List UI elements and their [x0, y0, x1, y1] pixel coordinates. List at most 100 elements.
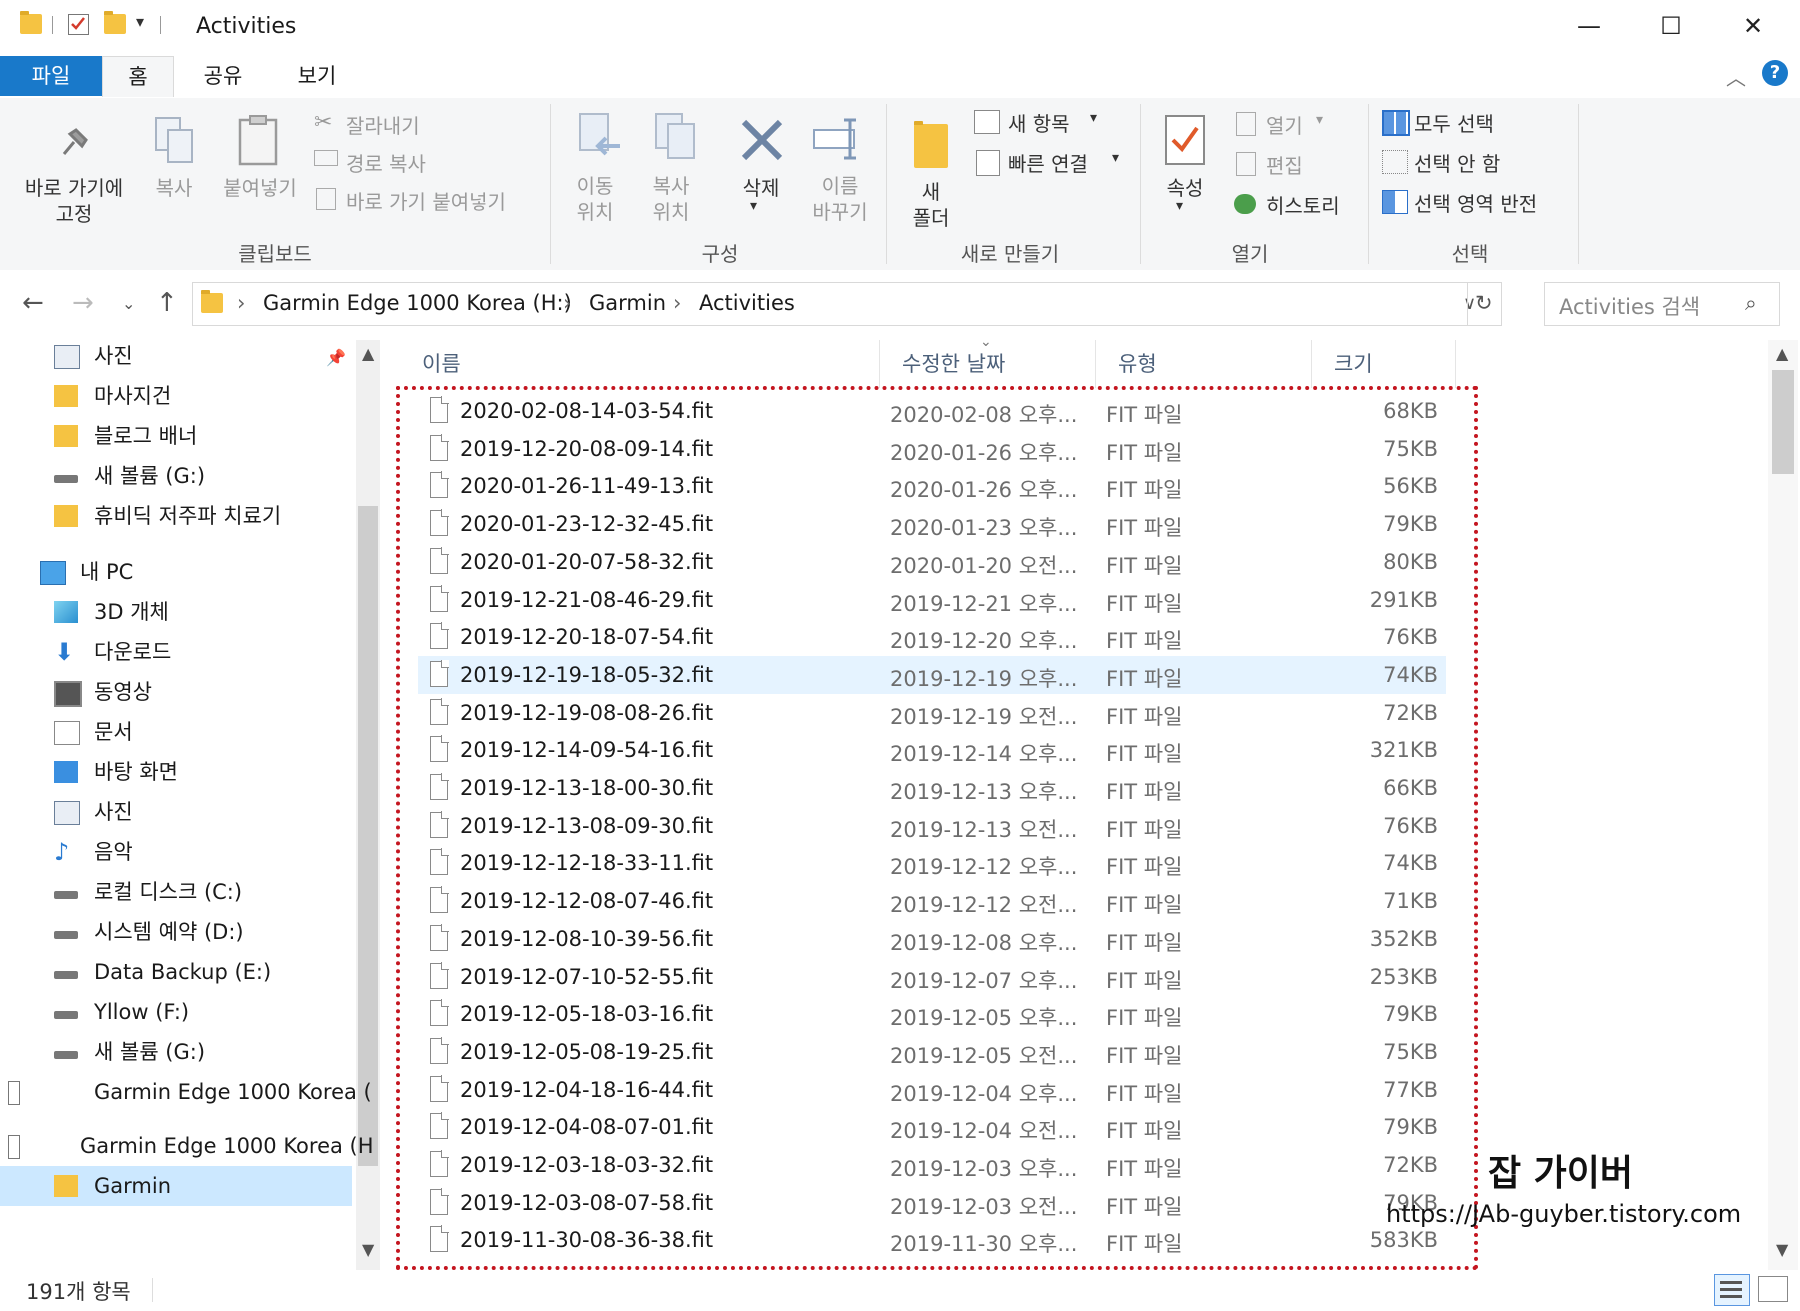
- tab-file[interactable]: 파일: [0, 56, 102, 96]
- file-row[interactable]: 2019-12-20-08-09-14.fit 2020-01-26 오후... F…: [418, 430, 1446, 468]
- open-button[interactable]: 열기: [1266, 110, 1303, 139]
- nav-item[interactable]: 새 볼륨 (G:): [0, 1032, 352, 1072]
- tab-home[interactable]: 홈: [102, 56, 174, 97]
- nav-item[interactable]: 내 PC: [0, 552, 352, 592]
- file-row[interactable]: 2019-12-14-09-54-16.fit 2019-12-14 오후... F…: [418, 731, 1446, 769]
- easy-access-button[interactable]: 빠른 연결: [1008, 148, 1088, 177]
- nav-item[interactable]: 새 볼륨 (G:): [0, 456, 352, 496]
- tab-share[interactable]: 공유: [190, 56, 256, 96]
- copy-to-button[interactable]: 복사 위치: [636, 170, 716, 230]
- file-row[interactable]: 2020-02-08-14-03-54.fit 2020-02-08 오후... F…: [418, 392, 1446, 430]
- nav-item[interactable]: Garmin Edge 1000 Korea (: [0, 1072, 372, 1112]
- delete-dropdown-icon[interactable]: ▾: [750, 198, 757, 214]
- nav-item[interactable]: Data Backup (E:): [0, 952, 352, 992]
- nav-item[interactable]: 블로그 배너: [0, 416, 352, 456]
- minimize-button[interactable]: —: [1556, 8, 1622, 44]
- nav-item[interactable]: 휴비딕 저주파 치료기: [0, 496, 352, 536]
- properties-button[interactable]: 속성: [1150, 172, 1220, 201]
- copy-button[interactable]: 복사: [144, 172, 204, 201]
- properties-dropdown-icon[interactable]: ▾: [1176, 198, 1183, 214]
- cut-button[interactable]: 잘라내기: [346, 110, 420, 139]
- recent-locations-icon[interactable]: ⌄: [122, 294, 135, 313]
- column-name[interactable]: 이름: [400, 340, 880, 388]
- nav-item[interactable]: 로컬 디스크 (C:): [0, 872, 352, 912]
- large-icons-view-icon[interactable]: [1758, 1276, 1788, 1302]
- file-row[interactable]: 2019-12-13-08-09-30.fit 2019-12-13 오전... F…: [418, 807, 1446, 845]
- search-input[interactable]: Activities 검색 ⌕: [1544, 282, 1780, 326]
- nav-scroll-thumb[interactable]: [358, 506, 378, 1166]
- invert-selection-button[interactable]: 선택 영역 반전: [1414, 188, 1537, 217]
- details-view-icon[interactable]: [1714, 1274, 1750, 1306]
- edit-button[interactable]: 편집: [1266, 150, 1303, 179]
- nav-item[interactable]: Yllow (F:): [0, 992, 352, 1032]
- breadcrumb-item[interactable]: Activities: [699, 291, 795, 315]
- history-button[interactable]: 히스토리: [1266, 190, 1340, 219]
- nav-item[interactable]: 사진: [0, 792, 352, 832]
- file-row[interactable]: 2019-11-30-08-36-38.fit 2019-11-30 오후... F…: [418, 1221, 1446, 1259]
- back-button[interactable]: ←: [22, 288, 44, 318]
- new-item-button[interactable]: 새 항목: [1008, 108, 1070, 137]
- file-row[interactable]: 2019-12-19-08-08-26.fit 2019-12-19 오전... F…: [418, 694, 1446, 732]
- scroll-down-icon[interactable]: ▼: [362, 1240, 374, 1259]
- nav-item[interactable]: 3D 개체: [0, 592, 352, 632]
- refresh-icon[interactable]: ↻: [1475, 291, 1493, 315]
- file-row[interactable]: 2019-12-12-18-33-11.fit 2019-12-12 오후... F…: [418, 844, 1446, 882]
- nav-item[interactable]: ⬇ 다운로드: [0, 632, 352, 672]
- tab-view[interactable]: 보기: [284, 56, 350, 96]
- file-row[interactable]: 2019-12-04-18-16-44.fit 2019-12-04 오후... F…: [418, 1071, 1446, 1109]
- nav-item[interactable]: 바탕 화면: [0, 752, 352, 792]
- paste-shortcut-button[interactable]: 바로 가기 붙여넣기: [346, 186, 506, 215]
- up-button[interactable]: ↑: [156, 288, 178, 318]
- file-row[interactable]: 2020-01-26-11-49-13.fit 2020-01-26 오후... F…: [418, 467, 1446, 505]
- select-none-button[interactable]: 선택 안 함: [1414, 148, 1500, 177]
- easy-access-dropdown-icon[interactable]: ▾: [1112, 150, 1119, 166]
- properties-check-icon[interactable]: [68, 14, 89, 35]
- select-all-button[interactable]: 모두 선택: [1414, 108, 1494, 137]
- breadcrumb-separator[interactable]: ›: [673, 291, 681, 315]
- copy-path-button[interactable]: 경로 복사: [346, 148, 426, 177]
- nav-item[interactable]: 문서: [0, 712, 352, 752]
- file-row[interactable]: 2019-12-21-08-46-29.fit 2019-12-21 오후... F…: [418, 581, 1446, 619]
- delete-button[interactable]: 삭제: [726, 172, 796, 201]
- scroll-up-icon[interactable]: ▲: [362, 344, 374, 363]
- file-row[interactable]: 2019-12-12-08-07-46.fit 2019-12-12 오전... F…: [418, 882, 1446, 920]
- column-type[interactable]: 유형: [1096, 340, 1312, 388]
- customize-toolbar-icon[interactable]: ▾: [136, 12, 144, 31]
- close-button[interactable]: ✕: [1720, 8, 1786, 44]
- file-row[interactable]: 2019-12-03-08-07-58.fit 2019-12-03 오전... F…: [418, 1184, 1446, 1222]
- scroll-up-icon[interactable]: ▲: [1776, 344, 1788, 363]
- column-size[interactable]: 크기: [1312, 340, 1456, 388]
- nav-item[interactable]: 사진: [0, 336, 352, 376]
- breadcrumb-separator[interactable]: ›: [237, 291, 245, 315]
- search-icon[interactable]: ⌕: [1745, 291, 1757, 316]
- nav-item[interactable]: Garmin: [0, 1166, 352, 1206]
- nav-item[interactable]: Garmin Edge 1000 Korea (H: [0, 1126, 374, 1166]
- file-row[interactable]: 2019-12-04-08-07-01.fit 2019-12-04 오전... F…: [418, 1108, 1446, 1146]
- file-row[interactable]: 2019-12-07-10-52-55.fit 2019-12-07 오후... F…: [418, 958, 1446, 996]
- list-scroll-thumb[interactable]: [1772, 370, 1794, 474]
- file-row[interactable]: 2019-12-08-10-39-56.fit 2019-12-08 오후... F…: [418, 920, 1446, 958]
- breadcrumb-item[interactable]: Garmin Edge 1000 Korea (H:): [263, 291, 572, 315]
- file-row[interactable]: 2019-12-03-18-03-32.fit 2019-12-03 오후... F…: [418, 1146, 1446, 1184]
- address-bar[interactable]: › Garmin Edge 1000 Korea (H:) › Garmin ›…: [192, 282, 1502, 326]
- breadcrumb-separator[interactable]: ›: [563, 291, 571, 315]
- file-row[interactable]: 2020-01-20-07-58-32.fit 2020-01-20 오전... F…: [418, 543, 1446, 581]
- collapse-ribbon-icon[interactable]: ︿: [1726, 62, 1746, 91]
- nav-item[interactable]: ♪ 음악: [0, 832, 352, 872]
- file-row[interactable]: 2020-01-23-12-32-45.fit 2020-01-23 오후... F…: [418, 505, 1446, 543]
- list-scrollbar[interactable]: ▲ ▼: [1768, 340, 1798, 1270]
- pin-to-quick-access-button[interactable]: 바로 가기에 고정: [6, 110, 142, 236]
- file-row[interactable]: 2019-12-05-08-19-25.fit 2019-12-05 오전... F…: [418, 1033, 1446, 1071]
- new-folder-icon[interactable]: [104, 11, 126, 34]
- file-row[interactable]: 2019-12-19-18-05-32.fit 2019-12-19 오후... F…: [418, 656, 1446, 694]
- breadcrumb-item[interactable]: Garmin: [589, 291, 666, 315]
- maximize-button[interactable]: ☐: [1638, 8, 1704, 44]
- move-to-button[interactable]: 이동 위치: [560, 170, 640, 230]
- new-folder-button[interactable]: 새 폴더: [896, 176, 966, 236]
- help-icon[interactable]: ?: [1762, 60, 1788, 86]
- scroll-down-icon[interactable]: ▼: [1776, 1240, 1788, 1259]
- file-row[interactable]: 2019-12-05-18-03-16.fit 2019-12-05 오후... F…: [418, 995, 1446, 1033]
- forward-button[interactable]: →: [72, 288, 94, 318]
- open-dropdown-icon[interactable]: ▾: [1316, 112, 1323, 128]
- nav-item[interactable]: 마사지건: [0, 376, 352, 416]
